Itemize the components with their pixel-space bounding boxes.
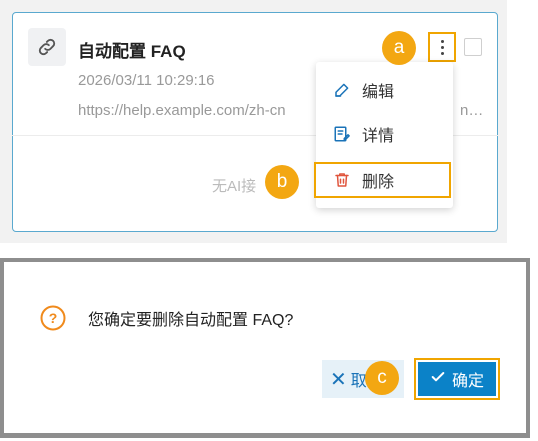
pencil-icon — [332, 80, 352, 100]
callout-badge-b: b — [265, 165, 299, 199]
question-circle-icon: ? — [40, 305, 66, 331]
card-timestamp: 2026/03/11 10:29:16 — [78, 72, 215, 89]
more-dot — [440, 45, 444, 49]
trash-icon — [332, 170, 352, 190]
link-icon — [28, 28, 66, 66]
delete-confirm-dialog — [4, 262, 526, 433]
menu-item-delete[interactable]: 删除 — [314, 162, 451, 198]
more-dot — [440, 51, 444, 55]
check-icon — [430, 369, 446, 390]
empty-state-text: 无AI接 — [212, 178, 257, 195]
menu-item-label: 详情 — [362, 128, 395, 145]
menu-item-detail[interactable]: 详情 — [316, 114, 453, 154]
faq-panel: 自动配置 FAQ 2026/03/11 10:29:16 https://hel… — [0, 0, 507, 243]
dialog-message: 您确定要删除自动配置 FAQ? — [88, 312, 294, 329]
callout-badge-a: a — [382, 31, 416, 65]
card-title: 自动配置 FAQ — [78, 42, 186, 61]
confirm-label: 确定 — [451, 373, 484, 390]
menu-item-label: 编辑 — [362, 84, 395, 101]
menu-item-label: 删除 — [362, 174, 395, 191]
callout-badge-c: c — [365, 361, 399, 395]
more-options-menu: 编辑 详情 删除 — [314, 62, 453, 208]
card-url-tail: n… — [460, 102, 484, 119]
svg-text:?: ? — [49, 310, 58, 326]
close-icon: ✕ — [330, 368, 347, 391]
menu-item-edit[interactable]: 编辑 — [316, 70, 453, 110]
more-vertical-icon — [440, 39, 444, 43]
more-options-button[interactable] — [428, 32, 456, 62]
card-checkbox[interactable] — [464, 38, 482, 56]
detail-icon — [332, 124, 352, 144]
confirm-button[interactable]: 确定 — [418, 362, 496, 396]
